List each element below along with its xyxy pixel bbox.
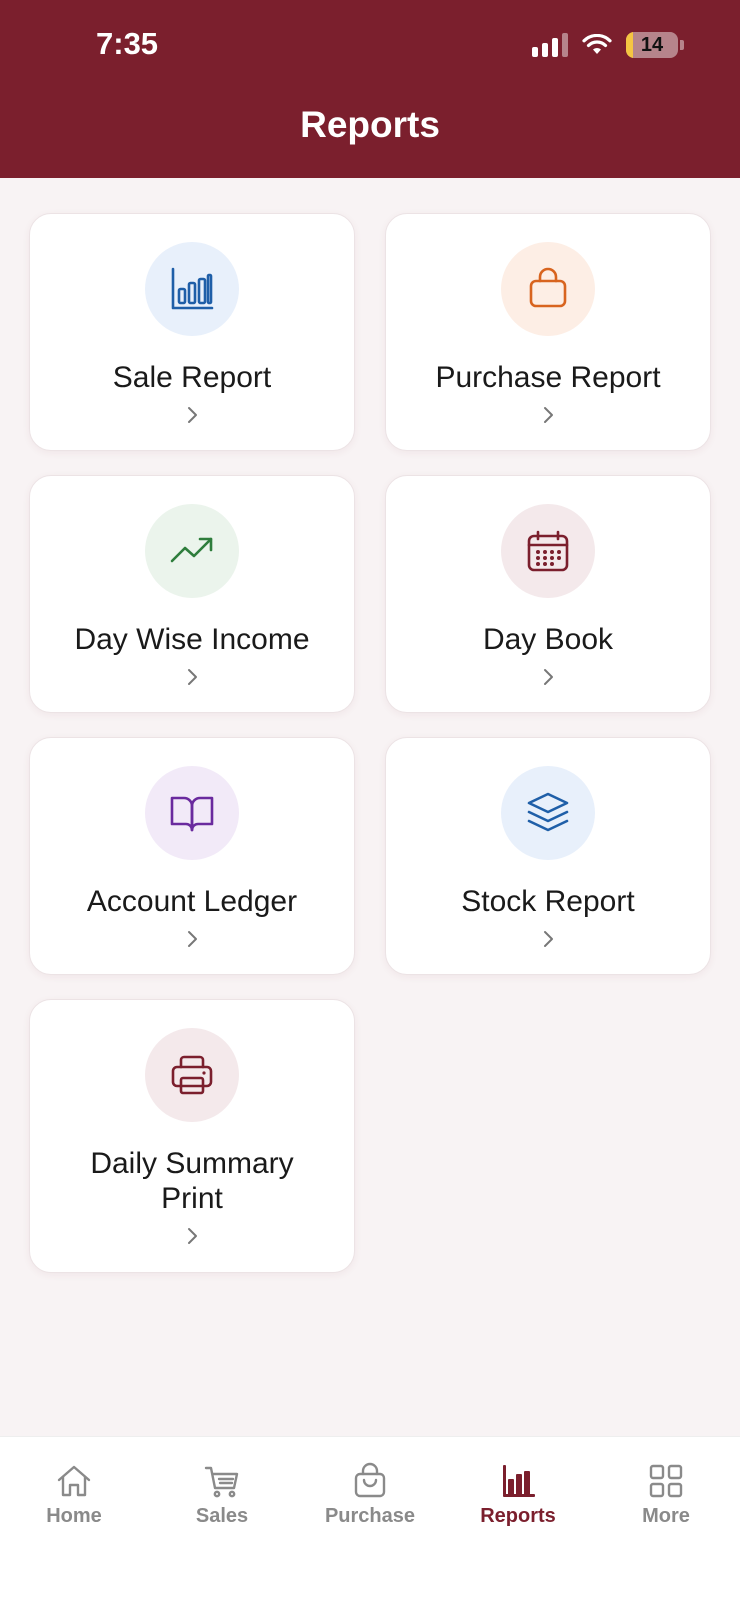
tab-label: Home <box>46 1505 102 1527</box>
icon-circle <box>501 766 595 860</box>
card-label: Account Ledger <box>86 885 298 918</box>
trending-up-icon <box>170 537 213 563</box>
tab-purchase[interactable]: Purchase <box>296 1437 444 1600</box>
calendar-icon <box>527 530 569 572</box>
card-label: Day Book <box>482 623 614 656</box>
bottom-tab-bar: Home Sales Purchase Reports More <box>0 1436 740 1600</box>
tab-home[interactable]: Home <box>0 1437 148 1600</box>
app-header: 7:35 14 Reports <box>0 0 740 178</box>
tab-label: Reports <box>480 1505 556 1527</box>
purchase-report-card[interactable]: Purchase Report <box>385 213 711 451</box>
grid-icon <box>649 1464 683 1498</box>
icon-circle <box>145 766 239 860</box>
chevron-right-icon <box>544 931 553 947</box>
icon-circle <box>145 504 239 598</box>
chevron-right-icon <box>188 1228 197 1244</box>
tab-more[interactable]: More <box>592 1437 740 1600</box>
daily-summary-print-card[interactable]: Daily Summary Print <box>29 999 355 1273</box>
card-label: Sale Report <box>112 361 272 394</box>
reports-grid: Sale Report Purchase Report Day Wise Inc… <box>29 213 711 1273</box>
battery-tip <box>680 40 684 50</box>
tab-label: Purchase <box>324 1505 416 1527</box>
icon-circle <box>145 242 239 336</box>
tab-label: More <box>642 1505 690 1527</box>
sale-report-card[interactable]: Sale Report <box>29 213 355 451</box>
shopping-bag-icon <box>529 267 567 308</box>
stock-report-card[interactable]: Stock Report <box>385 737 711 975</box>
chevron-right-icon <box>544 407 553 423</box>
page-title: Reports <box>300 104 440 145</box>
day-wise-income-card[interactable]: Day Wise Income <box>29 475 355 713</box>
icon-circle <box>501 242 595 336</box>
status-icons: 14 <box>532 30 684 60</box>
chevron-right-icon <box>188 407 197 423</box>
home-icon <box>57 1465 91 1497</box>
battery-indicator: 14 <box>626 32 678 58</box>
card-label: Purchase Report <box>435 361 661 394</box>
open-book-icon <box>170 796 214 832</box>
account-ledger-card[interactable]: Account Ledger <box>29 737 355 975</box>
chevron-right-icon <box>188 669 197 685</box>
battery-percent: 14 <box>640 33 664 56</box>
chevron-right-icon <box>544 669 553 685</box>
printer-icon <box>171 1055 213 1095</box>
bar-chart-icon <box>171 267 214 310</box>
layers-icon <box>527 792 569 832</box>
icon-circle <box>145 1028 239 1122</box>
shopping-bag-icon <box>354 1462 386 1498</box>
icon-circle <box>501 504 595 598</box>
cart-icon <box>204 1466 239 1498</box>
card-label: Day Wise Income <box>74 623 310 656</box>
tab-sales[interactable]: Sales <box>148 1437 296 1600</box>
cellular-signal-icon <box>532 33 568 57</box>
chevron-right-icon <box>188 931 197 947</box>
card-label: Stock Report <box>461 885 635 918</box>
tab-label: Sales <box>195 1505 249 1527</box>
status-time: 7:35 <box>96 26 159 61</box>
bar-chart-icon <box>503 1465 535 1497</box>
card-label: Daily Summary Print <box>90 1147 294 1215</box>
day-book-card[interactable]: Day Book <box>385 475 711 713</box>
wifi-icon <box>582 34 612 54</box>
tab-reports[interactable]: Reports <box>444 1437 592 1600</box>
